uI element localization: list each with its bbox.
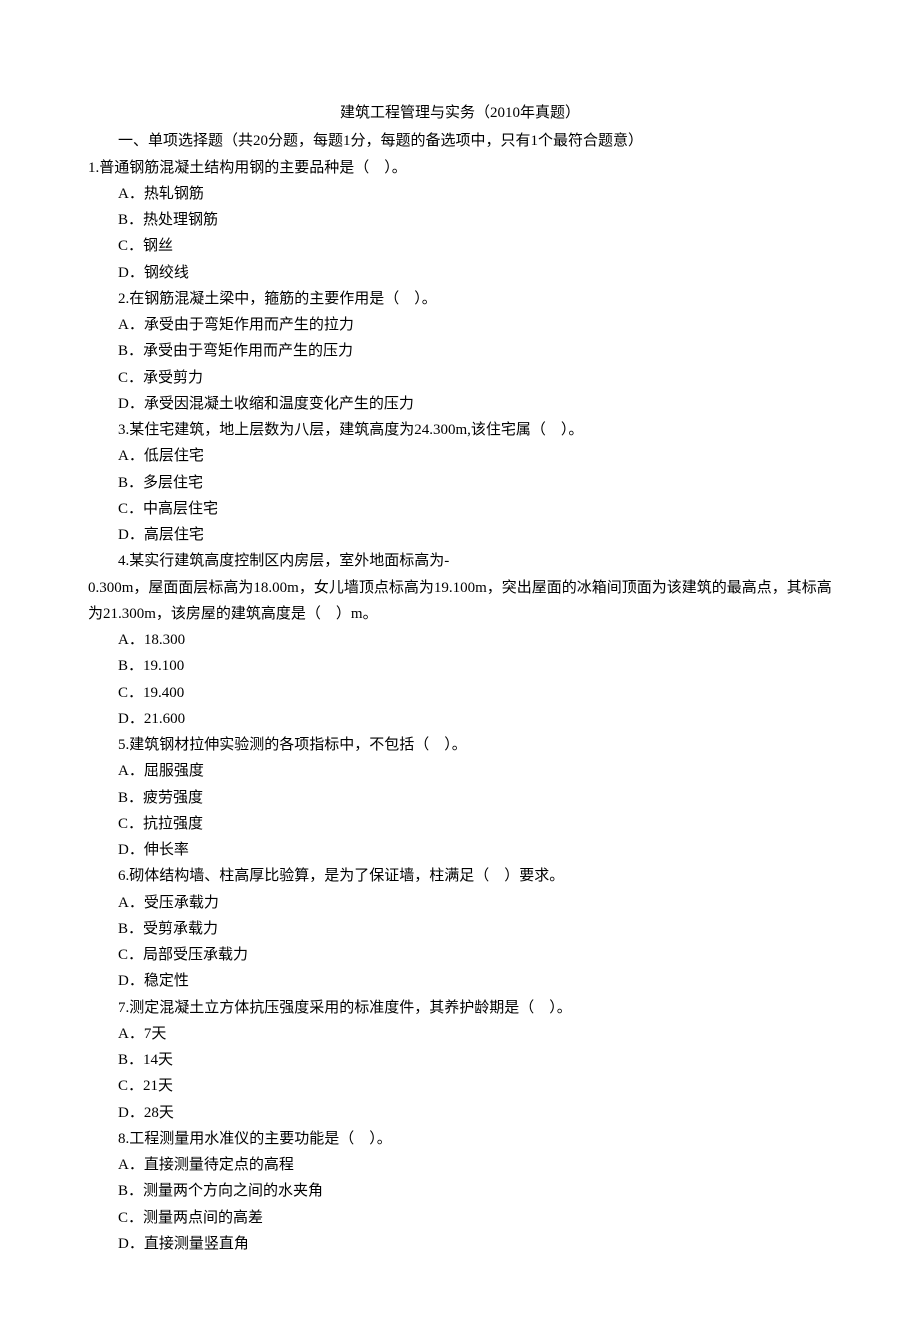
q8-option-d: D．直接测量竖直角 — [88, 1231, 832, 1257]
q2-stem: 2.在钢筋混凝土梁中，箍筋的主要作用是（ ）。 — [88, 286, 832, 312]
q8-stem: 8.工程测量用水准仪的主要功能是（ ）。 — [88, 1126, 832, 1152]
q3-option-b: B．多层住宅 — [88, 470, 832, 496]
q4-stem-line1: 4.某实行建筑高度控制区内房层，室外地面标高为- — [88, 548, 832, 574]
q4-option-d: D．21.600 — [88, 706, 832, 732]
q3-option-d: D．高层住宅 — [88, 522, 832, 548]
q1-stem: 1.普通钢筋混凝土结构用钢的主要品种是（ ）。 — [88, 155, 832, 181]
q5-option-b: B．疲劳强度 — [88, 785, 832, 811]
q2-option-c: C．承受剪力 — [88, 365, 832, 391]
q5-option-d: D．伸长率 — [88, 837, 832, 863]
q7-stem: 7.测定混凝土立方体抗压强度采用的标准度件，其养护龄期是（ ）。 — [88, 995, 832, 1021]
q7-option-c: C．21天 — [88, 1073, 832, 1099]
q3-stem: 3.某住宅建筑，地上层数为八层，建筑高度为24.300m,该住宅属（ ）。 — [88, 417, 832, 443]
q4-stem-line2: 0.300m，屋面面层标高为18.00m，女儿墙顶点标高为19.100m，突出屋… — [88, 575, 832, 628]
q3-option-c: C．中高层住宅 — [88, 496, 832, 522]
q7-option-a: A．7天 — [88, 1021, 832, 1047]
q1-option-c: C．钢丝 — [88, 233, 832, 259]
q6-option-b: B．受剪承载力 — [88, 916, 832, 942]
q2-option-b: B．承受由于弯矩作用而产生的压力 — [88, 338, 832, 364]
q1-option-d: D．钢绞线 — [88, 260, 832, 286]
q6-option-c: C．局部受压承载力 — [88, 942, 832, 968]
section-header: 一、单项选择题（共20分题，每题1分，每题的备选项中，只有1个最符合题意） — [88, 128, 832, 154]
q7-option-d: D．28天 — [88, 1100, 832, 1126]
q6-option-a: A．受压承载力 — [88, 890, 832, 916]
q5-stem: 5.建筑钢材拉伸实验测的各项指标中，不包括（ ）。 — [88, 732, 832, 758]
q4-option-a: A．18.300 — [88, 627, 832, 653]
q8-option-b: B．测量两个方向之间的水夹角 — [88, 1178, 832, 1204]
q4-option-c: C．19.400 — [88, 680, 832, 706]
q7-option-b: B．14天 — [88, 1047, 832, 1073]
q4-option-b: B．19.100 — [88, 653, 832, 679]
q2-option-a: A．承受由于弯矩作用而产生的拉力 — [88, 312, 832, 338]
q5-option-a: A．屈服强度 — [88, 758, 832, 784]
q6-option-d: D．稳定性 — [88, 968, 832, 994]
q1-option-a: A．热轧钢筋 — [88, 181, 832, 207]
q1-option-b: B．热处理钢筋 — [88, 207, 832, 233]
q8-option-a: A．直接测量待定点的高程 — [88, 1152, 832, 1178]
q8-option-c: C．测量两点间的高差 — [88, 1205, 832, 1231]
q5-option-c: C．抗拉强度 — [88, 811, 832, 837]
q6-stem: 6.砌体结构墙、柱高厚比验算，是为了保证墙，柱满足（ ）要求。 — [88, 863, 832, 889]
q3-option-a: A．低层住宅 — [88, 443, 832, 469]
q2-option-d: D．承受因混凝土收缩和温度变化产生的压力 — [88, 391, 832, 417]
page-title: 建筑工程管理与实务（2010年真题） — [88, 100, 832, 126]
